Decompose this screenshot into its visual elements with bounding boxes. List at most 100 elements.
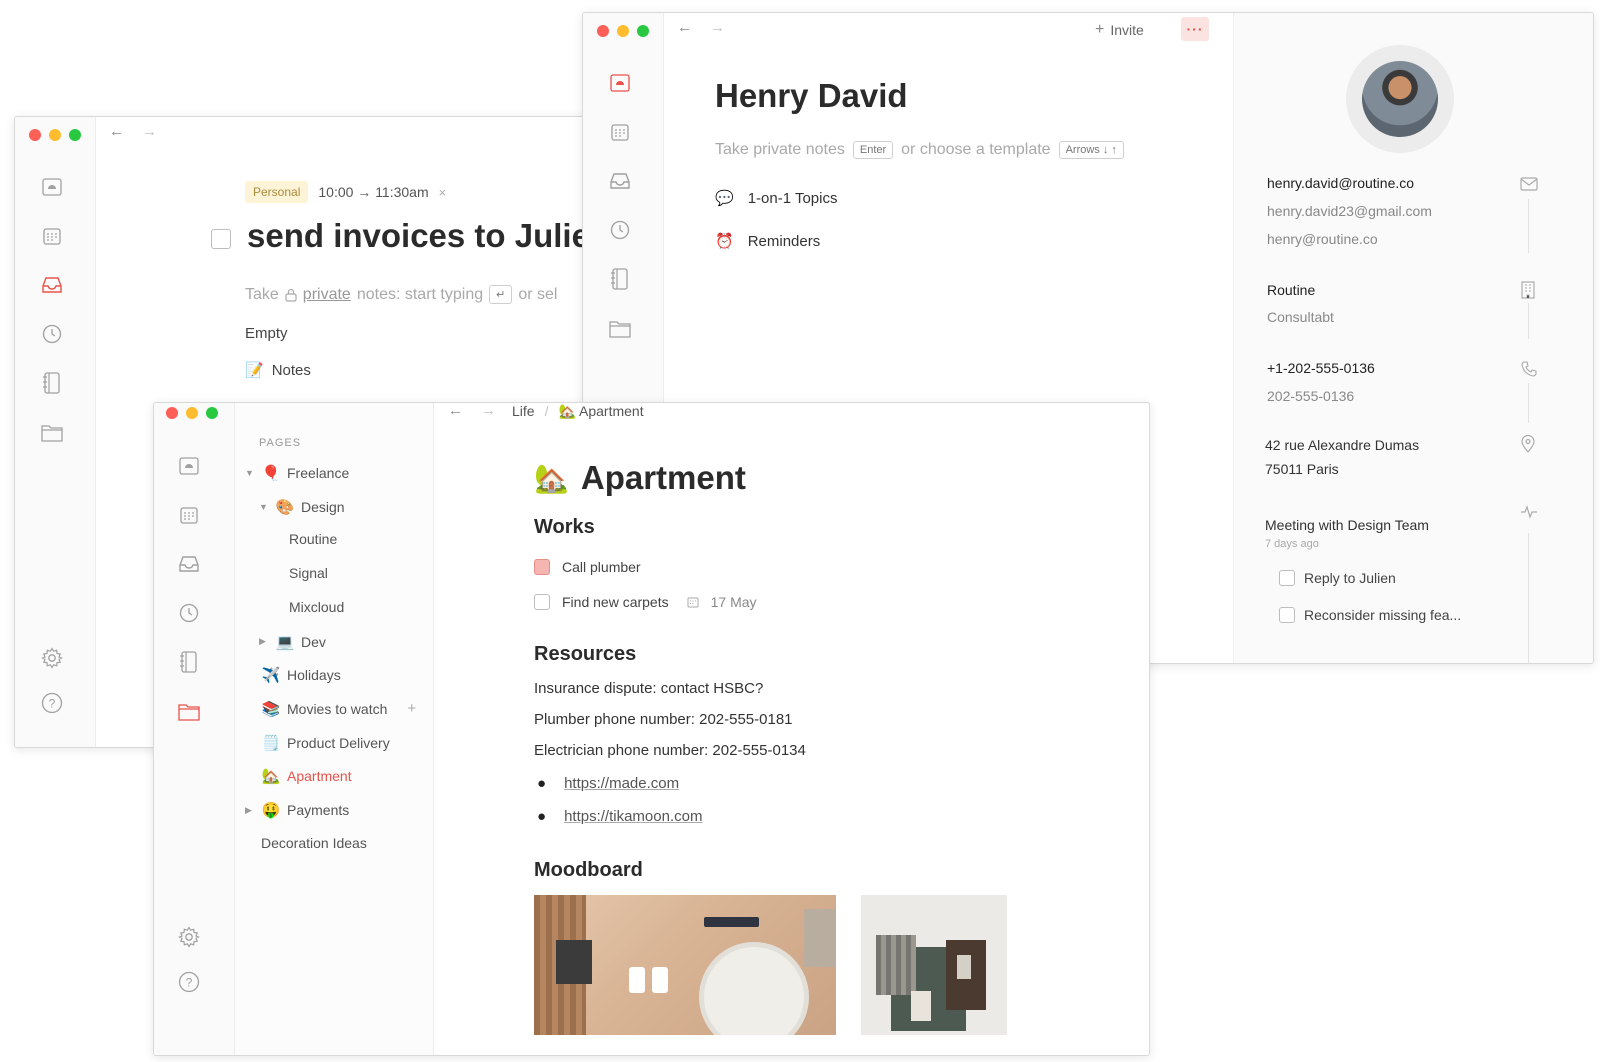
breadcrumb-current[interactable]: 🏡 Apartment	[558, 403, 643, 420]
notes-hint[interactable]: Take private notes: start typing ↵ or se…	[245, 285, 557, 304]
primary-phone[interactable]: +1-202-555-0136	[1267, 360, 1375, 376]
tree-item-payments[interactable]: ▶ 🤑 Payments	[245, 801, 349, 819]
task-checkbox[interactable]	[1279, 570, 1295, 586]
tertiary-email[interactable]: henry@routine.co	[1267, 231, 1378, 247]
help-icon[interactable]: ?	[40, 691, 64, 715]
back-arrow-icon[interactable]: ←	[677, 19, 692, 36]
more-options-button[interactable]: ···	[1181, 17, 1209, 41]
calendar-icon[interactable]	[177, 503, 201, 527]
tree-item-apartment[interactable]: 🏡 Apartment	[245, 767, 352, 785]
link-made[interactable]: https://made.com	[564, 775, 679, 792]
tree-item-design[interactable]: ▼ 🎨 Design	[259, 498, 345, 516]
flagged-checkbox[interactable]	[534, 559, 550, 575]
inbox-icon[interactable]	[177, 552, 201, 576]
notebook-icon[interactable]	[177, 650, 201, 674]
job-title[interactable]: Consultabt	[1267, 309, 1334, 325]
tree-item-decoration-ideas[interactable]: Decoration Ideas	[245, 835, 367, 851]
minimize-button[interactable]	[186, 407, 198, 419]
clock-icon[interactable]	[608, 218, 632, 242]
company-name[interactable]: Routine	[1267, 282, 1315, 298]
collapse-toggle-icon[interactable]: ▼	[245, 468, 255, 478]
forward-arrow-icon[interactable]: →	[481, 403, 496, 419]
task-checkbox[interactable]	[534, 594, 550, 610]
expand-toggle-icon[interactable]: ▶	[259, 636, 269, 647]
breadcrumb-root[interactable]: Life	[512, 403, 535, 420]
location-pin-icon[interactable]	[1521, 435, 1535, 453]
mail-icon[interactable]	[1520, 177, 1538, 191]
dashboard-icon[interactable]	[177, 454, 201, 478]
tree-item-holidays[interactable]: ✈️ Holidays	[245, 666, 341, 684]
close-button[interactable]	[597, 25, 609, 37]
forward-arrow-icon[interactable]: →	[710, 19, 725, 36]
task-checkbox[interactable]	[1279, 607, 1295, 623]
clock-icon[interactable]	[40, 322, 64, 346]
avatar[interactable]	[1346, 45, 1454, 153]
notebook-icon[interactable]	[608, 267, 632, 291]
tree-item-dev[interactable]: ▶ 💻 Dev	[259, 633, 326, 651]
folder-icon[interactable]	[40, 421, 64, 445]
clock-icon[interactable]	[177, 601, 201, 625]
topics-item[interactable]: 💬 1-on-1 Topics	[715, 189, 837, 208]
tree-item-label: Design	[301, 498, 345, 515]
back-arrow-icon[interactable]: ←	[109, 123, 124, 140]
tree-item-movies-to-watch[interactable]: 📚 Movies to watch +	[245, 700, 416, 718]
link-tikamoon[interactable]: https://tikamoon.com	[564, 808, 702, 825]
task-title[interactable]: send invoices to Julien	[247, 217, 610, 255]
meeting-task-2[interactable]: Reconsider missing fea...	[1279, 607, 1461, 623]
work-item-1[interactable]: Call plumber	[534, 559, 641, 575]
contact-notes-hint[interactable]: Take private notes Enter or choose a tem…	[715, 141, 1124, 159]
address-line-1[interactable]: 42 rue Alexandre Dumas	[1265, 437, 1419, 453]
add-subpage-icon[interactable]: +	[407, 700, 416, 717]
tree-item-freelance[interactable]: ▼ 🎈 Freelance	[245, 464, 349, 482]
maximize-button[interactable]	[69, 129, 81, 141]
minimize-button[interactable]	[617, 25, 629, 37]
task-checkbox[interactable]	[211, 229, 231, 249]
calendar-icon[interactable]	[40, 224, 64, 248]
moodboard-image-1[interactable]	[534, 895, 836, 1035]
clear-time-icon[interactable]: ×	[439, 185, 447, 200]
event-time[interactable]: 10:00 → 11:30am	[318, 184, 428, 200]
primary-email[interactable]: henry.david@routine.co	[1267, 175, 1414, 191]
tree-item-signal[interactable]: Signal	[273, 565, 328, 581]
forward-arrow-icon[interactable]: →	[142, 123, 157, 140]
folder-icon[interactable]	[177, 700, 201, 724]
maximize-button[interactable]	[637, 25, 649, 37]
tree-item-routine[interactable]: Routine	[273, 531, 337, 547]
minimize-button[interactable]	[49, 129, 61, 141]
dashboard-icon[interactable]	[40, 175, 64, 199]
page-title[interactable]: 🏡 Apartment	[534, 459, 746, 497]
meeting-task-1[interactable]: Reply to Julien	[1279, 570, 1396, 586]
folder-icon[interactable]	[608, 317, 632, 341]
inbox-icon[interactable]	[608, 169, 632, 193]
notebook-icon[interactable]	[40, 371, 64, 395]
inbox-icon[interactable]	[40, 273, 64, 297]
back-arrow-icon[interactable]: ←	[448, 403, 463, 419]
calendar-icon[interactable]	[608, 120, 632, 144]
settings-icon[interactable]	[177, 925, 201, 949]
tree-item-product-delivery[interactable]: 🗒️ Product Delivery	[245, 734, 390, 752]
close-button[interactable]	[166, 407, 178, 419]
tree-item-mixcloud[interactable]: Mixcloud	[273, 599, 344, 615]
collapse-toggle-icon[interactable]: ▼	[259, 502, 269, 512]
expand-toggle-icon[interactable]: ▶	[245, 805, 255, 816]
maximize-button[interactable]	[206, 407, 218, 419]
reminders-item[interactable]: ⏰ Reminders	[715, 232, 820, 251]
secondary-phone[interactable]: 202-555-0136	[1267, 388, 1354, 404]
meeting-title[interactable]: Meeting with Design Team	[1265, 517, 1429, 533]
contact-name[interactable]: Henry David	[715, 77, 908, 115]
secondary-email[interactable]: henry.david23@gmail.com	[1267, 203, 1432, 219]
private-link[interactable]: private	[303, 286, 351, 304]
close-button[interactable]	[29, 129, 41, 141]
notes-section[interactable]: 📝 Notes	[245, 361, 311, 380]
enter-key-hint: Enter	[852, 141, 894, 159]
phone-icon[interactable]	[1521, 361, 1537, 377]
category-tag[interactable]: Personal	[245, 181, 309, 203]
work-item-2[interactable]: Find new carpets 17 May	[534, 594, 757, 610]
address-line-2[interactable]: 75011 Paris	[1265, 461, 1339, 477]
moodboard-image-2[interactable]	[861, 895, 1007, 1035]
dashboard-icon[interactable]	[608, 71, 632, 95]
help-icon[interactable]: ?	[177, 970, 201, 994]
due-date[interactable]: 17 May	[711, 594, 757, 610]
settings-icon[interactable]	[40, 646, 64, 670]
invite-button[interactable]: + Invite	[1095, 21, 1144, 39]
